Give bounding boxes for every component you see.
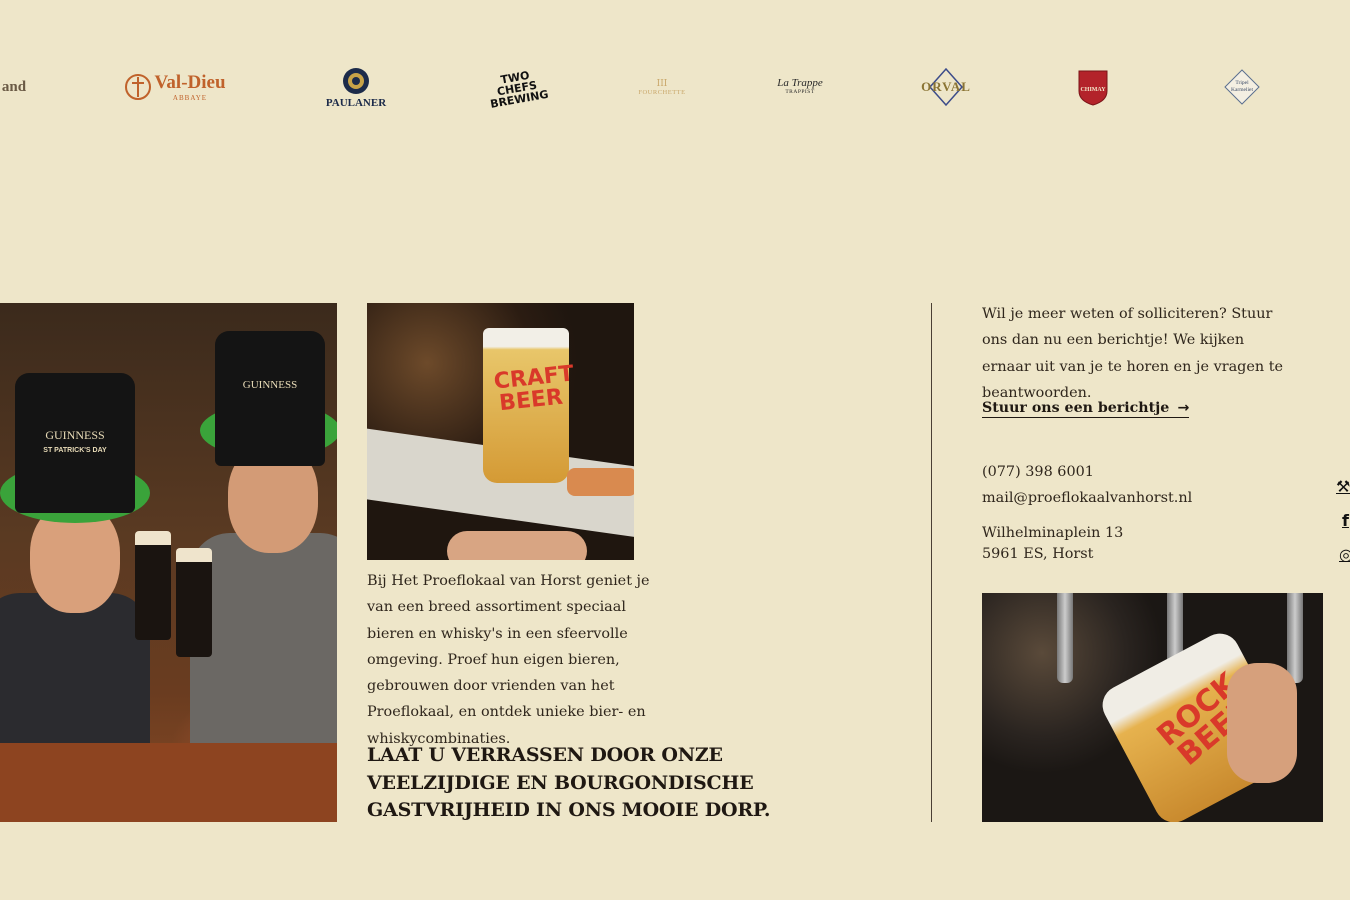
tripel-karmeliet-logo: Tripel Karmeliet xyxy=(1222,67,1262,107)
facebook-icon[interactable]: f xyxy=(1342,512,1350,530)
photo-beer-tap xyxy=(1057,593,1073,683)
fourchette-logo: III FOURCHETTE xyxy=(632,63,692,111)
intro-paragraph: Bij Het Proeflokaal van Horst geniet je … xyxy=(367,573,650,747)
photo-pint-glass xyxy=(176,548,212,657)
photo-hat-left-sublabel: ST PATRICK'S DAY xyxy=(43,447,107,454)
photo-beer-tap xyxy=(1287,593,1303,683)
paulaner-emblem-icon xyxy=(343,68,369,94)
send-message-link[interactable]: Stuur ons een berichtje → xyxy=(982,400,1190,418)
la-trappe-logo: La Trappe TRAPPIST xyxy=(772,69,828,103)
two-chefs-brewing-wordmark: TWO CHEFS BREWING xyxy=(489,68,550,111)
val-dieu-subtitle: ABBAYE xyxy=(172,94,208,102)
brand-logo-cut-left: and xyxy=(0,67,34,107)
la-trappe-subtitle: TRAPPIST xyxy=(785,89,815,95)
chimay-wordmark: CHIMAY xyxy=(1080,87,1106,93)
contact-intro-text: Wil je meer weten of solliciteren? Stuur… xyxy=(982,306,1284,401)
untappd-icon[interactable]: ⚒ xyxy=(1336,478,1350,496)
val-dieu-logo: Val-Dieu ABBAYE xyxy=(124,65,226,109)
photo-bar-counter xyxy=(0,743,337,822)
guinness-bar-photo: GUINNESS ST PATRICK'S DAY GUINNESS xyxy=(0,303,337,822)
contact-address-street: Wilhelminaplein 13 xyxy=(982,525,1124,541)
photo-bruschetta xyxy=(567,468,634,496)
photo-hand xyxy=(1227,663,1297,783)
contact-email[interactable]: mail@proeflokaalvanhorst.nl xyxy=(982,488,1192,509)
contact-phone[interactable]: (077) 398 6001 xyxy=(982,462,1094,483)
val-dieu-wordmark: Val-Dieu xyxy=(154,72,226,93)
contact-address-city: 5961 ES, Horst xyxy=(982,546,1094,562)
orval-logo: ORVAL xyxy=(914,65,978,109)
paulaner-logo: PAULANER xyxy=(322,65,390,111)
photo-hand xyxy=(447,531,587,560)
fourchette-mark-icon: III xyxy=(656,78,668,89)
arrow-right-icon: → xyxy=(1177,400,1190,416)
brand-logo-text: and xyxy=(1,78,27,95)
photo-person-right-body xyxy=(190,533,337,753)
brand-logo-strip: and Val-Dieu ABBAYE PAULANER TWO CHEFS B… xyxy=(0,55,1350,120)
beer-tap-photo: ROCK BEER xyxy=(982,593,1323,822)
photo-hat-right-label: GUINNESS xyxy=(242,379,298,391)
send-message-label: Stuur ons een berichtje xyxy=(982,400,1170,416)
photo-hat-left: GUINNESS ST PATRICK'S DAY xyxy=(15,373,135,513)
instagram-icon[interactable]: ◎ xyxy=(1339,546,1350,564)
orval-wordmark: ORVAL xyxy=(921,79,971,94)
photo-hat-right: GUINNESS xyxy=(215,331,325,466)
fourchette-wordmark: FOURCHETTE xyxy=(638,88,686,96)
val-dieu-icon xyxy=(125,74,152,100)
photo-glass-print: CRAFT BEER xyxy=(492,361,576,417)
paulaner-wordmark: PAULANER xyxy=(325,97,387,109)
craft-beer-photo: CRAFT BEER xyxy=(367,303,634,560)
chimay-logo: CHIMAY xyxy=(1074,66,1112,108)
two-chefs-brewing-logo: TWO CHEFS BREWING xyxy=(486,63,550,113)
photo-pint-glass xyxy=(135,531,171,640)
photo-hat-left-label: GUINNESS xyxy=(45,428,105,442)
tripel-karmeliet-wordmark: Tripel Karmeliet xyxy=(1231,80,1253,93)
column-divider xyxy=(931,303,932,822)
intro-headline: LAAT U VERRASSEN DOOR ONZE VEELZIJDIGE E… xyxy=(367,744,771,821)
la-trappe-wordmark: La Trappe xyxy=(777,77,823,89)
